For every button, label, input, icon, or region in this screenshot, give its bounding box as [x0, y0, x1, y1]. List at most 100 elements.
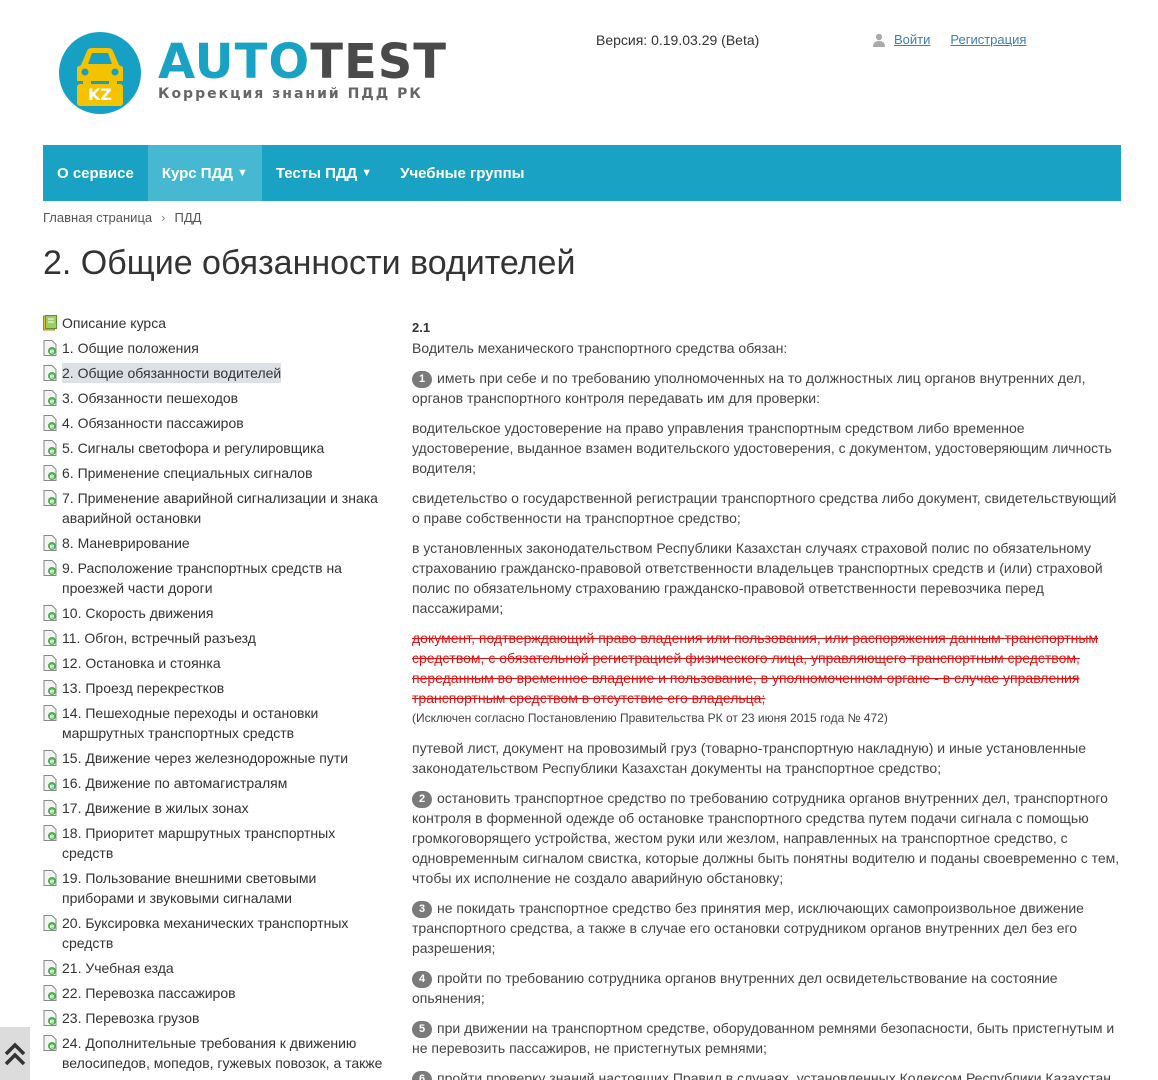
document-icon: e	[43, 605, 57, 621]
sidebar-item[interactable]: e 2. Общие обязанности водителей	[43, 363, 388, 383]
document-icon: e	[43, 680, 57, 696]
svg-text:e: e	[50, 498, 55, 506]
sidebar-item-label: 3. Обязанности пешеходов	[62, 390, 239, 406]
sidebar-item[interactable]: e 5. Сигналы светофора и регулировщика	[43, 438, 388, 458]
sidebar-item[interactable]: e 1. Общие положения	[43, 338, 388, 358]
register-link[interactable]: Регистрация	[950, 32, 1026, 47]
breadcrumb-separator: ›	[161, 210, 166, 225]
sidebar-item-label: 6. Применение специальных сигналов	[62, 465, 313, 481]
svg-text:e: e	[50, 993, 55, 1001]
breadcrumb: Главная страница › ПДД	[43, 210, 201, 225]
sidebar-item-label: 8. Маневрирование	[62, 535, 190, 551]
brand-test: TEST	[310, 34, 448, 90]
svg-text:e: e	[50, 1043, 55, 1051]
item-number-badge: 2	[412, 791, 432, 808]
sidebar-item[interactable]: e 17. Движение в жилых зонах	[43, 798, 388, 818]
sidebar-item[interactable]: e 6. Применение специальных сигналов	[43, 463, 388, 483]
sidebar-item-label: 23. Перевозка грузов	[62, 1010, 200, 1026]
site-header: KZ AUTOTEST Коррекция знаний ПДД РК Верс…	[0, 0, 1158, 140]
sidebar-item[interactable]: e 24. Дополнительные требования к движени…	[43, 1033, 388, 1073]
login-link[interactable]: Войти	[894, 32, 930, 47]
svg-text:e: e	[50, 808, 55, 816]
sidebar-item[interactable]: e 15. Движение через железнодорожные пути	[43, 748, 388, 768]
sidebar-item-label: 21. Учебная езда	[62, 960, 174, 976]
rule-text: при движении на транспортном средстве, о…	[412, 1020, 1115, 1056]
breadcrumb-home[interactable]: Главная страница	[43, 210, 152, 225]
document-icon: e	[43, 630, 57, 646]
rule-text: пройти проверку знаний настоящих Правил …	[437, 1070, 1112, 1080]
svg-text:e: e	[50, 923, 55, 931]
sidebar-item-label: 5. Сигналы светофора и регулировщика	[62, 440, 325, 456]
sidebar-item[interactable]: e 14. Пешеходные переходы и остановки мар…	[43, 703, 388, 743]
sidebar-item[interactable]: e 11. Обгон, встречный разъезд	[43, 628, 388, 648]
sidebar-item[interactable]: e 13. Проезд перекрестков	[43, 678, 388, 698]
sidebar-item[interactable]: e 22. Перевозка пассажиров	[43, 983, 388, 1003]
svg-text:e: e	[50, 398, 55, 406]
document-icon: e	[43, 440, 57, 456]
document-icon: e	[43, 1010, 57, 1026]
sidebar-item[interactable]: e 3. Обязанности пешеходов	[43, 388, 388, 408]
sidebar-item[interactable]: e 16. Движение по автомагистралям	[43, 773, 388, 793]
svg-text:e: e	[50, 713, 55, 721]
sidebar-item[interactable]: e 18. Приоритет маршрутных транспортных с…	[43, 823, 388, 863]
user-links: Войти Регистрация	[872, 32, 1046, 47]
svg-text:e: e	[50, 543, 55, 551]
sidebar-item[interactable]: e 19. Пользование внешними световыми приб…	[43, 868, 388, 908]
sidebar-item[interactable]: Описание курса	[43, 313, 388, 333]
document-icon: e	[43, 800, 57, 816]
nav-groups-label: Учебные группы	[400, 164, 525, 182]
item-number-badge: 4	[412, 971, 432, 988]
double-chevron-up-icon	[4, 1042, 26, 1065]
document-icon: e	[43, 465, 57, 481]
sidebar-item-label: 2. Общие обязанности водителей	[62, 363, 282, 383]
nav-tests[interactable]: Тесты ПДД ▼	[262, 145, 386, 201]
rule-paragraph: в установленных законодательством Респуб…	[412, 540, 1103, 616]
document-icon: e	[43, 340, 57, 356]
sidebar-item[interactable]: e 21. Учебная езда	[43, 958, 388, 978]
svg-text:e: e	[50, 448, 55, 456]
scroll-to-top-button[interactable]	[0, 1027, 30, 1080]
site-logo[interactable]: KZ	[59, 32, 141, 114]
svg-text:e: e	[50, 373, 55, 381]
document-icon: e	[43, 390, 57, 406]
document-icon: e	[43, 490, 57, 506]
sidebar-item-label: 7. Применение аварийной сигнализации и з…	[62, 490, 378, 526]
sidebar-item-label: 22. Перевозка пассажиров	[62, 985, 236, 1001]
sidebar-item-label: 12. Остановка и стоянка	[62, 655, 221, 671]
breadcrumb-current[interactable]: ПДД	[174, 210, 201, 225]
svg-text:e: e	[50, 783, 55, 791]
kz-badge: KZ	[77, 84, 123, 106]
brand-auto: AUTO	[158, 34, 311, 90]
sidebar-item[interactable]: e 7. Применение аварийной сигнализации и …	[43, 488, 388, 528]
nav-course[interactable]: Курс ПДД ▼	[147, 145, 262, 201]
sidebar-item[interactable]: e 10. Скорость движения	[43, 603, 388, 623]
sidebar-item-label: Описание курса	[62, 315, 167, 331]
svg-text:e: e	[50, 423, 55, 431]
document-icon: e	[43, 365, 57, 381]
sidebar-item-label: 18. Приоритет маршрутных транспортных ср…	[62, 825, 336, 861]
sidebar-item[interactable]: e 20. Буксировка механических транспортны…	[43, 913, 388, 953]
brand-subtitle: Коррекция знаний ПДД РК	[158, 86, 423, 102]
sidebar-item[interactable]: e 12. Остановка и стоянка	[43, 653, 388, 673]
rule-item-3: 3 не покидать транспортное средство без п…	[412, 898, 1122, 958]
svg-text:e: e	[50, 348, 55, 356]
sidebar-item-label: 1. Общие положения	[62, 340, 199, 356]
sidebar-item-label: 13. Проезд перекрестков	[62, 680, 225, 696]
nav-groups[interactable]: Учебные группы	[386, 145, 538, 201]
sidebar-item[interactable]: e 9. Расположение транспортных средств на…	[43, 558, 388, 598]
rule-item-2: 2 остановить транспортное средство по тре…	[412, 788, 1122, 888]
page-title: 2. Общие обязанности водителей	[43, 244, 576, 282]
sidebar-item-label: 17. Движение в жилых зонах	[62, 800, 249, 816]
nav-about[interactable]: О сервисе	[43, 145, 148, 201]
sidebar-item[interactable]: e 4. Обязанности пассажиров	[43, 413, 388, 433]
rule-item-1: 1 иметь при себе и по требованию уполномо…	[412, 368, 1122, 408]
sidebar-item[interactable]: e 23. Перевозка грузов	[43, 1008, 388, 1028]
rule-text: пройти по требованию сотрудника органов …	[412, 970, 1058, 1006]
main-nav: О сервисе Курс ПДД ▼ Тесты ПДД ▼ Учебные г…	[43, 145, 1121, 201]
document-icon: e	[43, 750, 57, 766]
brand-title[interactable]: AUTOTEST	[158, 36, 447, 88]
chevron-down-icon: ▼	[236, 167, 248, 179]
sidebar-item[interactable]: e 8. Маневрирование	[43, 533, 388, 553]
rule-text: остановить транспортное средство по треб…	[412, 790, 1120, 886]
item-number-badge: 3	[412, 901, 432, 918]
